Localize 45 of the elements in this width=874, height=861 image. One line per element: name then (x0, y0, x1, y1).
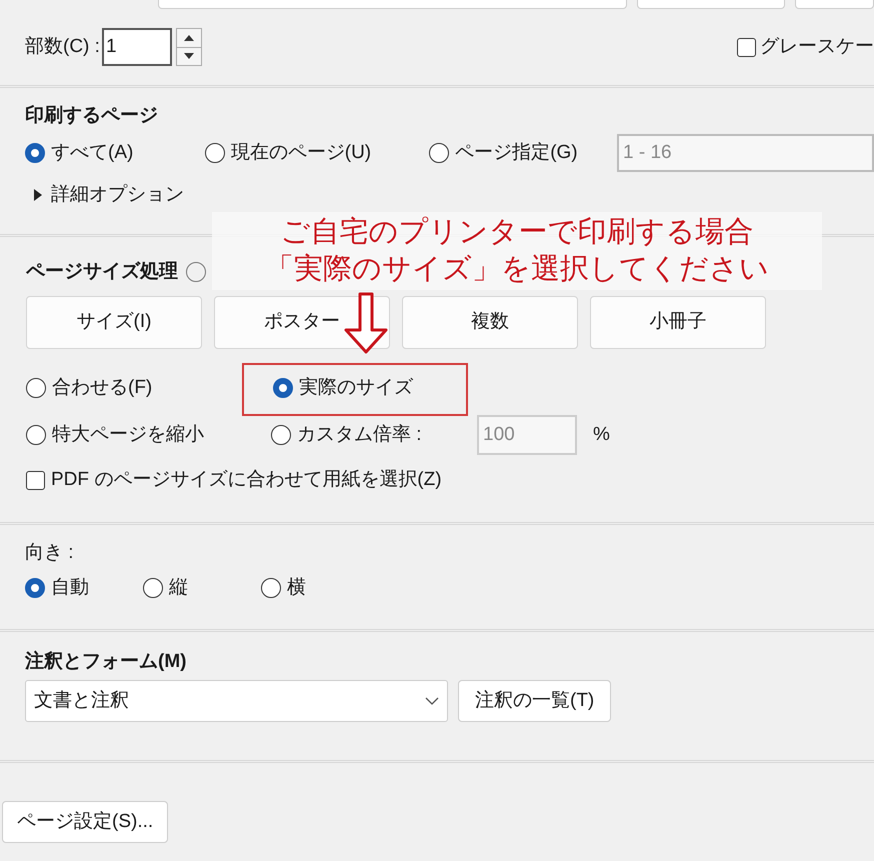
radio-label: 特大ページを縮小 (52, 422, 204, 447)
expand-triangle-icon (33, 189, 43, 201)
radio-button[interactable] (143, 578, 163, 598)
more-options-toggle[interactable]: 詳細オプション (25, 176, 874, 214)
tab[interactable]: 小冊子 (590, 296, 766, 349)
checkbox[interactable] (26, 470, 45, 490)
radio-button[interactable] (204, 143, 225, 163)
chevron-down-icon (425, 697, 439, 705)
radio-label: カスタム倍率 : (297, 422, 422, 447)
radio-label: 実際のサイズ (299, 376, 413, 400)
radio-button[interactable] (273, 378, 293, 398)
checkbox[interactable] (737, 38, 756, 56)
section-heading: 印刷するページ (25, 104, 159, 128)
radio-button[interactable] (26, 378, 46, 398)
radio-label: 縦 (169, 576, 188, 600)
radio-label: ページ指定(G) (455, 140, 578, 165)
radio-label: 自動 (51, 576, 89, 600)
radio-label: 合わせる(F) (52, 376, 152, 400)
comments-dropdown[interactable]: 文書と注釈 (25, 680, 448, 722)
section-heading: 向き : (25, 541, 75, 565)
grayscale-label: グレースケー (760, 34, 874, 59)
radio-label: 現在のページ(U) (230, 140, 372, 165)
comments-list-button[interactable]: 注釈の一覧(T) (458, 680, 612, 722)
radio-button[interactable] (429, 143, 450, 163)
spin-buttons[interactable] (176, 28, 202, 66)
radio-button[interactable] (271, 425, 291, 445)
tab[interactable]: 複数 (402, 296, 578, 349)
radio-button[interactable] (25, 578, 45, 598)
radio-button[interactable] (25, 143, 45, 163)
up-arrow-icon (184, 34, 194, 41)
section-heading: ページサイズ処理 (26, 260, 178, 284)
copies-label: 部数(C) : (25, 34, 100, 59)
radio-label: 横 (287, 576, 306, 600)
radio-label: すべて(A) (51, 140, 134, 165)
info-icon[interactable] (186, 262, 206, 282)
radio-button[interactable] (26, 425, 46, 445)
percent-label: % (593, 422, 610, 447)
down-arrow-icon (184, 53, 194, 60)
radio-button[interactable] (261, 578, 281, 598)
section-heading: 注釈とフォーム(M) (25, 650, 188, 674)
checkbox-label: PDF のページサイズに合わせて用紙を選択(Z) (51, 468, 442, 492)
copies-field[interactable]: 1 (102, 28, 172, 66)
tab[interactable]: サイズ(I) (26, 296, 202, 349)
instruction-callout: ご自宅のプリンターで印刷する場合 「実際のサイズ」を選択してください (212, 212, 822, 290)
page-setup-button[interactable]: ページ設定(S)... (2, 801, 168, 843)
